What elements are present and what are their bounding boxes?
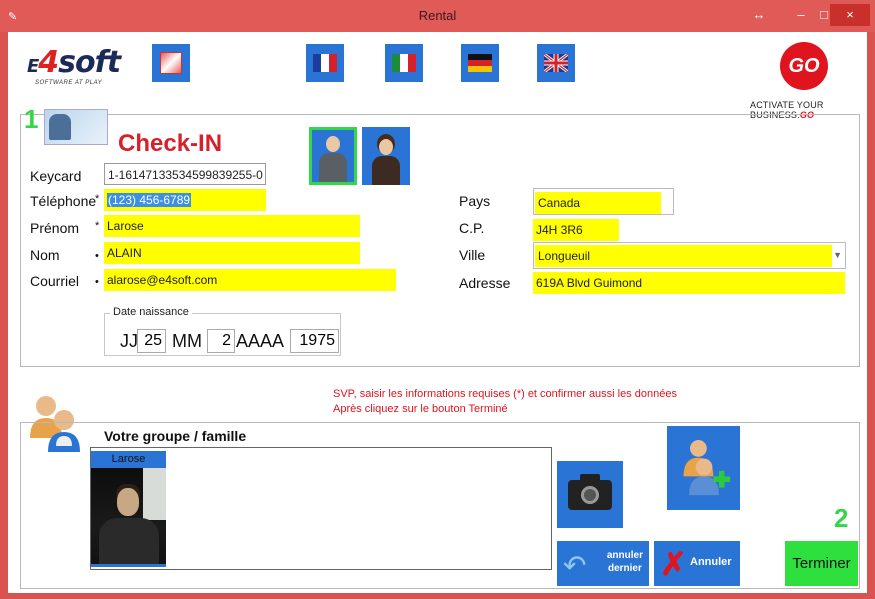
flag-it-icon <box>392 54 416 72</box>
add-user-icon <box>682 440 730 496</box>
logo-tagline: SOFTWARE AT PLAY <box>35 80 103 86</box>
nom-field[interactable]: ALAIN <box>104 242 360 264</box>
ville-dropdown-wrap: ▼ <box>833 245 846 265</box>
keycard-label: Keycard <box>30 168 82 184</box>
male-person-icon <box>319 136 347 182</box>
pays-field[interactable]: Canada <box>535 192 661 214</box>
prenom-required-mark: * <box>95 220 100 232</box>
undo-arrow-icon: ↶ <box>563 550 587 581</box>
logo-4: 4 <box>38 45 59 80</box>
keycard-icon <box>44 109 108 145</box>
chevron-down-icon[interactable]: ▼ <box>833 250 842 260</box>
title-bar: ✎ Rental ↔ – □ × <box>0 0 875 32</box>
pays-label: Pays <box>459 193 491 209</box>
courriel-field[interactable]: alarose@e4soft.com <box>104 269 396 291</box>
birthdate-legend: Date naissance <box>110 306 192 318</box>
keycard-field[interactable]: 1-16147133534599839255-0 <box>104 163 266 185</box>
undo-label: annuler dernier <box>606 550 643 574</box>
female-gender-button[interactable] <box>362 127 410 185</box>
year-field[interactable]: 1975 <box>290 329 339 353</box>
take-photo-button[interactable] <box>557 461 623 528</box>
clear-form-icon <box>160 52 182 74</box>
cp-label: C.P. <box>459 220 485 236</box>
nom-label: Nom <box>30 247 60 263</box>
page-title: Check-IN <box>118 130 223 157</box>
month-label: MM <box>172 331 202 351</box>
courriel-required-mark: • <box>95 276 99 288</box>
adresse-label: Adresse <box>459 275 511 291</box>
instruction-line-2: Après cliquez sur le bouton Terminé <box>333 403 508 415</box>
e4soft-logo: E4soft SOFTWARE AT PLAY <box>27 45 121 95</box>
language-en-button[interactable] <box>537 44 575 82</box>
cancel-label: Annuler <box>690 556 732 568</box>
add-member-button[interactable] <box>667 426 740 510</box>
step-1-indicator: 1 <box>24 104 39 134</box>
step-2-indicator: 2 <box>834 503 849 533</box>
telephone-field[interactable]: (123) 456-6789 <box>104 189 266 211</box>
telephone-required-mark: * <box>95 193 100 205</box>
cancel-button[interactable]: ✗ Annuler <box>654 541 740 586</box>
ville-select[interactable]: Longueuil <box>535 245 832 267</box>
year-label: AAAA <box>236 331 285 351</box>
go-logo: GO <box>780 42 828 90</box>
group-title: Votre groupe / famille <box>104 428 247 444</box>
language-fr-button[interactable] <box>306 44 344 82</box>
telephone-value: (123) 456-6789 <box>107 193 192 207</box>
flag-fr-icon <box>313 54 337 72</box>
restore-icon[interactable]: ↔ <box>745 4 773 26</box>
cancel-x-icon: ✗ <box>660 546 687 582</box>
language-it-button[interactable] <box>385 44 423 82</box>
ville-label: Ville <box>459 247 486 263</box>
member-photo <box>91 468 166 564</box>
day-label: JJ <box>120 331 138 351</box>
logo-soft: soft <box>58 45 121 80</box>
flag-uk-icon <box>544 54 568 72</box>
instruction-line-1: SVP, saisir les informations requises (*… <box>333 388 678 400</box>
member-name: Larose <box>111 453 146 465</box>
day-field[interactable]: 25 <box>137 329 166 353</box>
undo-last-button[interactable]: ↶ annuler dernier <box>557 541 649 586</box>
finish-button[interactable]: Terminer <box>785 541 858 586</box>
logo-e: E <box>27 56 39 77</box>
telephone-label: Téléphone <box>30 193 97 209</box>
cp-field[interactable]: J4H 3R6 <box>533 219 619 241</box>
clear-form-button[interactable] <box>152 44 190 82</box>
courriel-label: Courriel <box>30 273 80 289</box>
window-title: Rental <box>418 8 457 23</box>
prenom-field[interactable]: Larose <box>104 215 360 237</box>
flag-de-icon <box>468 54 492 72</box>
language-de-button[interactable] <box>461 44 499 82</box>
prenom-label: Prénom <box>30 220 80 236</box>
adresse-field[interactable]: 619A Blvd Guimond <box>533 272 845 294</box>
camera-icon <box>568 473 612 510</box>
male-gender-button[interactable] <box>309 127 357 185</box>
month-field[interactable]: 2 <box>207 329 235 353</box>
instruction-message: SVP, saisir les informations requises (*… <box>333 387 677 417</box>
female-person-icon <box>372 139 400 185</box>
nom-required-mark: • <box>95 250 99 262</box>
close-button[interactable]: × <box>830 4 870 26</box>
